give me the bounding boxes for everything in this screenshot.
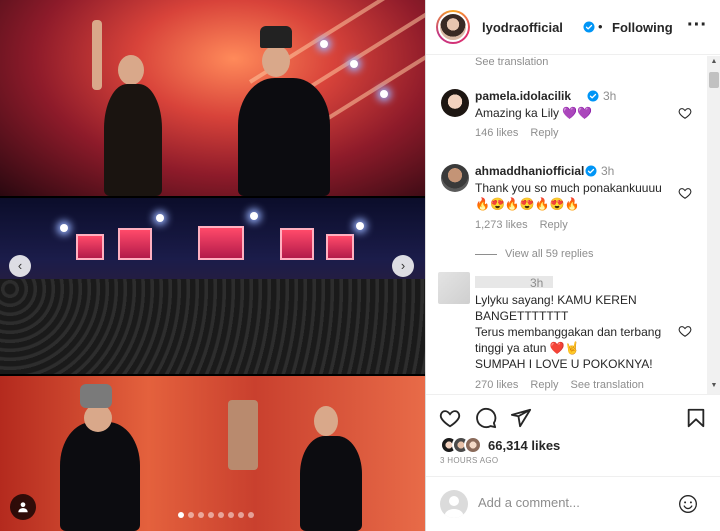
liker-avatar [464,436,482,454]
carousel-dot [218,512,224,518]
heart-icon[interactable] [439,407,461,429]
comment-icon[interactable] [475,407,497,429]
see-translation-link[interactable]: See translation [571,379,644,391]
comment: 3h Lylyku sayang! KAMU KEREN BANGETTTTTT… [426,270,706,394]
carousel-prev-button[interactable]: ‹ [9,255,31,277]
bookmark-icon[interactable] [685,407,707,429]
scroll-thumb[interactable] [709,72,719,88]
comment-text: Lylyku sayang! KAMU KEREN BANGETTTTTTT T… [475,293,662,371]
post-header: lyodraofficial • Following ··· [426,0,720,55]
verified-badge-icon [585,165,597,177]
comment-time[interactable]: 3h [601,164,614,178]
reply-button[interactable]: Reply [530,379,558,391]
comment-text: Thank you so much ponakankuuuu 🔥😍🔥😍🔥😍🔥 [475,181,662,211]
view-replies-link[interactable]: View all 59 replies [505,248,593,260]
add-comment-input[interactable] [478,495,678,510]
scroll-up-arrow[interactable]: ▲ [707,58,720,65]
post-timestamp[interactable]: 3 HOURS AGO [440,456,498,465]
carousel-next-button[interactable]: › [392,255,414,277]
share-icon[interactable] [510,407,532,429]
comments-list[interactable]: See translation pamela.idolacilik 3h Ama… [426,56,706,394]
carousel-dot [238,512,244,518]
post-media[interactable]: ‹ › [0,0,425,531]
owner-username[interactable]: lyodraofficial [482,20,563,35]
comment-meta: 270 likes Reply See translation [475,379,644,391]
user-tag-icon [18,502,28,513]
photo-duet [0,376,425,531]
post-side-panel: lyodraofficial • Following ··· See trans… [425,0,720,531]
likers-avatars[interactable] [440,436,482,454]
heart-icon[interactable] [678,106,692,120]
comment-meta: 146 likes Reply [475,127,559,139]
heart-icon[interactable] [678,324,692,338]
header-separator: • [598,19,603,34]
comment: ahmaddhaniofficial 3h Thank you so much … [426,162,706,242]
reply-button[interactable]: Reply [530,127,558,139]
likes-count[interactable]: 66,314 likes [488,438,560,453]
more-options-button[interactable]: ··· [687,14,707,37]
replies-divider [475,254,497,255]
comment-username[interactable]: ahmaddhaniofficial [475,164,584,178]
current-user-avatar [440,490,468,518]
verified-badge-icon [587,90,599,102]
comment-composer [426,476,720,531]
comment-time[interactable]: 3h [603,89,616,103]
comment-time[interactable]: 3h [530,276,543,290]
reply-button[interactable]: Reply [540,219,568,231]
post-actions: 66,314 likes 3 HOURS AGO [426,394,720,476]
commenter-avatar[interactable] [438,272,470,304]
comment-meta: 1,273 likes Reply [475,219,568,231]
comment: pamela.idolacilik 3h Amazing ka Lily 💜💜 … [426,87,706,147]
see-translation-link[interactable]: See translation [475,56,548,68]
scroll-down-arrow[interactable]: ▼ [707,382,720,389]
carousel-dot [228,512,234,518]
verified-badge-icon [583,21,595,33]
carousel-dot [178,512,184,518]
owner-avatar[interactable] [436,10,470,44]
comment-likes[interactable]: 146 likes [475,127,518,139]
heart-icon[interactable] [678,186,692,200]
photo-stadium-crowd [0,198,425,374]
carousel-dots [178,512,254,518]
carousel-dot [198,512,204,518]
following-button[interactable]: Following [612,20,673,35]
photo-performers-stage [0,0,425,196]
commenter-avatar[interactable] [441,89,469,117]
carousel-dot [248,512,254,518]
emoji-icon[interactable] [678,494,698,514]
user-tag-button[interactable] [10,494,36,520]
comment-text: Amazing ka Lily 💜💜 [475,106,593,120]
carousel-dot [188,512,194,518]
carousel-dot [208,512,214,518]
comment-likes[interactable]: 270 likes [475,379,518,391]
comment-username[interactable]: pamela.idolacilik [475,89,571,103]
commenter-avatar[interactable] [441,164,469,192]
comments-scrollbar[interactable]: ▲ ▼ [707,56,720,394]
comment-likes[interactable]: 1,273 likes [475,219,528,231]
